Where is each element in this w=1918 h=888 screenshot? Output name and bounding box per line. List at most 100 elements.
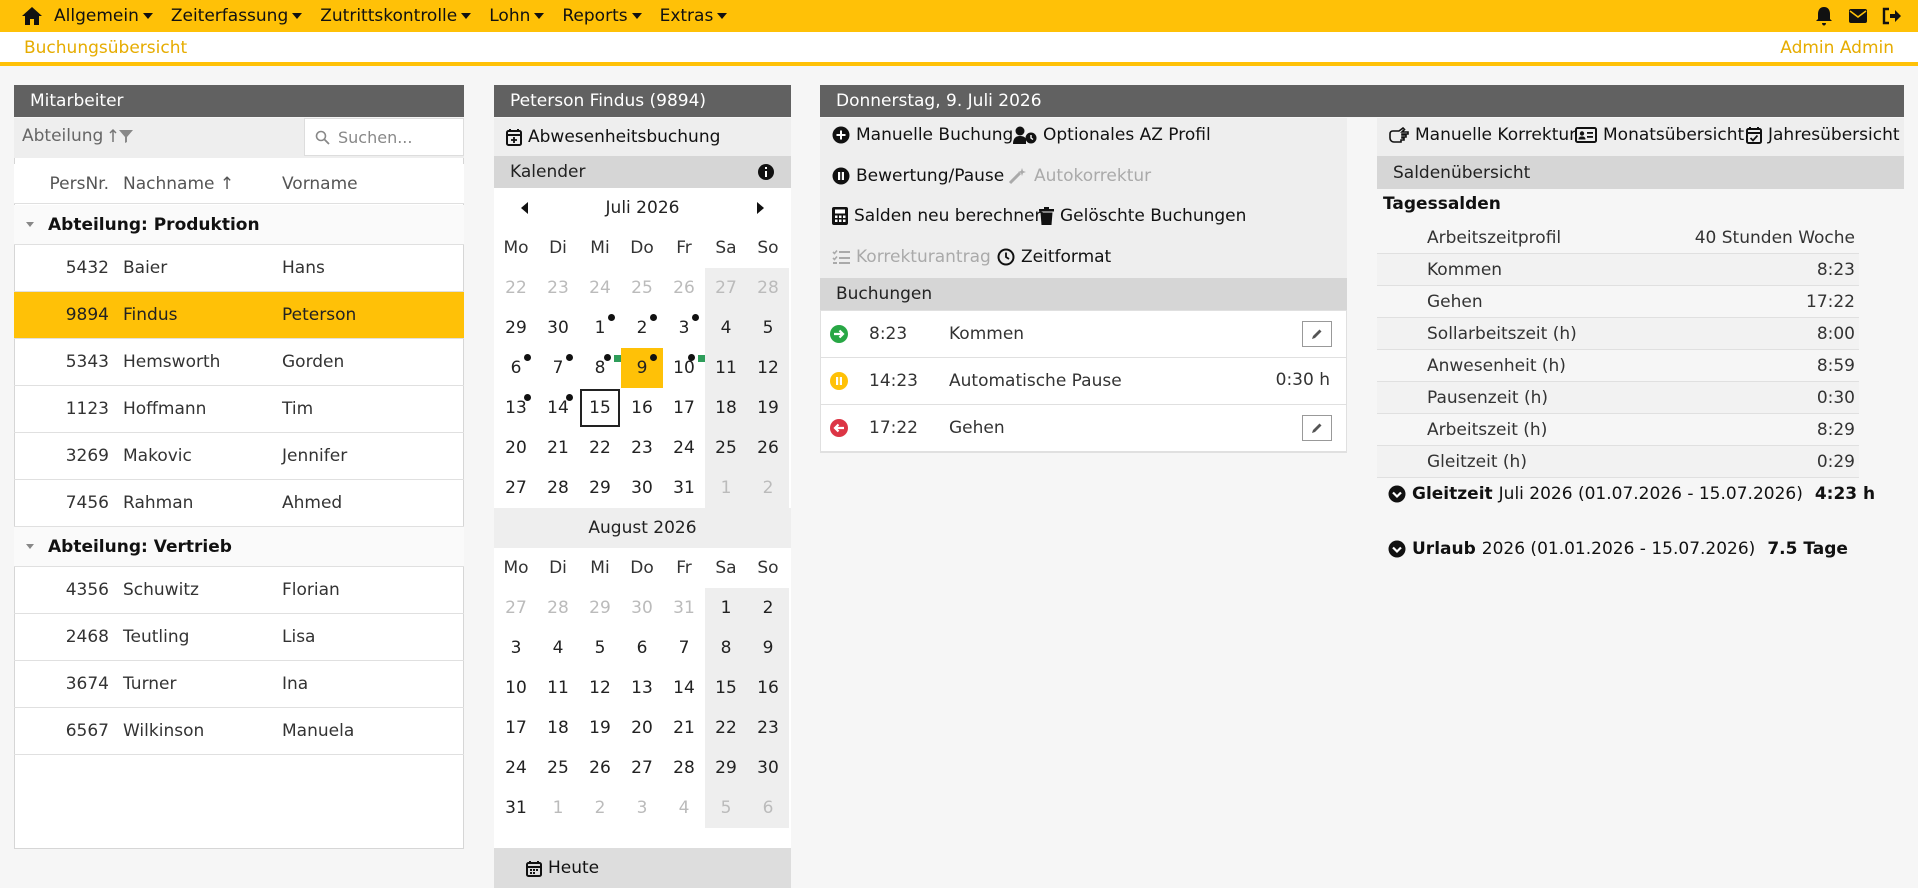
booking-row[interactable]: 17:22 Gehen [821, 405, 1346, 452]
booking-row[interactable]: 14:23 Automatische Pause 0:30 h [821, 358, 1346, 405]
calendar-day[interactable]: 2 [747, 468, 789, 508]
gleitzeit-summary[interactable]: Gleitzeit Juli 2026 (01.07.2026 - 15.07.… [1388, 484, 1875, 504]
auto-correction-button[interactable]: Autokorrektur [1008, 166, 1151, 186]
calendar-day[interactable]: 5 [579, 628, 621, 668]
calendar-day[interactable]: 26 [579, 748, 621, 788]
calendar-day[interactable]: 9 [621, 348, 663, 388]
today-button[interactable]: Heute [494, 848, 791, 888]
edit-booking-button[interactable] [1302, 321, 1332, 347]
collapse-caret-icon[interactable] [26, 544, 34, 549]
calendar-day[interactable]: 24 [663, 428, 705, 468]
optional-profile-button[interactable]: Optionales AZ Profil [1013, 125, 1211, 145]
employee-search-input[interactable] [338, 127, 458, 147]
calendar-day[interactable]: 27 [495, 468, 537, 508]
calendar-day[interactable]: 20 [621, 708, 663, 748]
calendar-day[interactable]: 1 [579, 308, 621, 348]
calendar-day[interactable]: 29 [579, 588, 621, 628]
rating-pause-button[interactable]: Bewertung/Pause [832, 166, 1004, 186]
envelope-icon[interactable] [1846, 4, 1870, 28]
calendar-day[interactable]: 18 [537, 708, 579, 748]
nav-menu-zutrittskontrolle[interactable]: Zutrittskontrolle [320, 6, 472, 26]
calendar-day[interactable]: 23 [747, 708, 789, 748]
calendar-day[interactable]: 21 [537, 428, 579, 468]
calendar-day[interactable]: 3 [663, 308, 705, 348]
table-row[interactable]: 2468 Teutling Lisa [14, 614, 464, 661]
calendar-day[interactable]: 28 [747, 268, 789, 308]
calendar-day[interactable]: 5 [705, 788, 747, 828]
deleted-bookings-button[interactable]: Gelöschte Buchungen [1039, 206, 1246, 226]
calendar-day[interactable]: 1 [705, 588, 747, 628]
calendar-day[interactable]: 20 [495, 428, 537, 468]
calendar-day[interactable]: 22 [705, 708, 747, 748]
calendar-day[interactable]: 16 [747, 668, 789, 708]
prev-month-icon[interactable] [521, 202, 528, 214]
calendar-day[interactable]: 2 [621, 308, 663, 348]
calendar-day[interactable]: 16 [621, 388, 663, 428]
calendar-day[interactable]: 23 [621, 428, 663, 468]
calendar-day[interactable]: 26 [747, 428, 789, 468]
calendar-day[interactable]: 17 [495, 708, 537, 748]
calendar-day[interactable]: 9 [747, 628, 789, 668]
calendar-day[interactable]: 31 [663, 588, 705, 628]
department-filter-button[interactable]: Abteilung [22, 126, 135, 146]
correction-request-button[interactable]: Korrekturantrag [832, 247, 991, 267]
table-row[interactable]: 3269 Makovic Jennifer [14, 433, 464, 480]
calendar-day[interactable]: 8 [705, 628, 747, 668]
table-row[interactable]: 5432 Baier Hans [14, 245, 464, 292]
calendar-day[interactable]: 8 [579, 348, 621, 388]
nav-menu-zeiterfassung[interactable]: Zeiterfassung [171, 6, 303, 26]
calendar-day[interactable]: 11 [537, 668, 579, 708]
calendar-day[interactable]: 25 [537, 748, 579, 788]
home-icon[interactable] [18, 2, 46, 30]
nav-menu-lohn[interactable]: Lohn [489, 6, 545, 26]
collapse-caret-icon[interactable] [26, 222, 34, 227]
department-group-row[interactable]: Abteilung: Vertrieb [14, 527, 464, 567]
calendar-day[interactable]: 14 [537, 388, 579, 428]
booking-row[interactable]: 8:23 Kommen [821, 311, 1346, 358]
calendar-day[interactable]: 18 [705, 388, 747, 428]
calendar-day[interactable]: 24 [495, 748, 537, 788]
nav-menu-allgemein[interactable]: Allgemein [54, 6, 153, 26]
table-row[interactable]: 3674 Turner Ina [14, 661, 464, 708]
recalc-button[interactable]: Salden neu berechnen [832, 206, 1045, 226]
month-overview-button[interactable]: Monatsübersicht [1575, 125, 1744, 145]
next-month-icon[interactable] [757, 202, 764, 214]
calendar-day[interactable]: 24 [579, 268, 621, 308]
calendar-day[interactable]: 6 [495, 348, 537, 388]
urlaub-summary[interactable]: Urlaub 2026 (01.01.2026 - 15.07.2026) 7.… [1388, 539, 1848, 559]
calendar-day[interactable]: 29 [495, 308, 537, 348]
calendar-day[interactable]: 27 [705, 268, 747, 308]
calendar-day[interactable]: 19 [747, 388, 789, 428]
table-row[interactable]: 4356 Schuwitz Florian [14, 567, 464, 614]
table-row[interactable]: 9894 Findus Peterson [14, 292, 464, 339]
calendar-day[interactable]: 31 [495, 788, 537, 828]
calendar-day[interactable]: 12 [747, 348, 789, 388]
manual-correction-button[interactable]: Manuelle Korrektur [1389, 125, 1576, 145]
edit-booking-button[interactable] [1302, 415, 1332, 441]
calendar-day[interactable]: 26 [663, 268, 705, 308]
calendar-day[interactable]: 25 [621, 268, 663, 308]
calendar-day[interactable]: 4 [705, 308, 747, 348]
col-nachname[interactable]: Nachname ↑ [109, 174, 282, 194]
nav-menu-reports[interactable]: Reports [562, 6, 642, 26]
calendar-day[interactable]: 31 [663, 468, 705, 508]
calendar-day[interactable]: 14 [663, 668, 705, 708]
bell-icon[interactable] [1812, 4, 1836, 28]
calendar-day[interactable]: 28 [537, 588, 579, 628]
calendar-day[interactable]: 12 [579, 668, 621, 708]
manual-booking-button[interactable]: Manuelle Buchung [832, 125, 1013, 145]
calendar-day[interactable]: 3 [621, 788, 663, 828]
table-row[interactable]: 7456 Rahman Ahmed [14, 480, 464, 527]
calendar-day[interactable]: 28 [537, 468, 579, 508]
calendar-day[interactable]: 4 [537, 628, 579, 668]
calendar-day[interactable]: 6 [621, 628, 663, 668]
col-persnr[interactable]: PersNr. [14, 174, 110, 194]
calendar-day[interactable]: 30 [537, 308, 579, 348]
calendar-day[interactable]: 7 [663, 628, 705, 668]
calendar-day[interactable]: 7 [537, 348, 579, 388]
calendar-day[interactable]: 30 [747, 748, 789, 788]
col-vorname[interactable]: Vorname [282, 174, 452, 194]
calendar-day[interactable]: 4 [663, 788, 705, 828]
department-group-row[interactable]: Abteilung: Produktion [14, 205, 464, 245]
calendar-day[interactable]: 13 [621, 668, 663, 708]
